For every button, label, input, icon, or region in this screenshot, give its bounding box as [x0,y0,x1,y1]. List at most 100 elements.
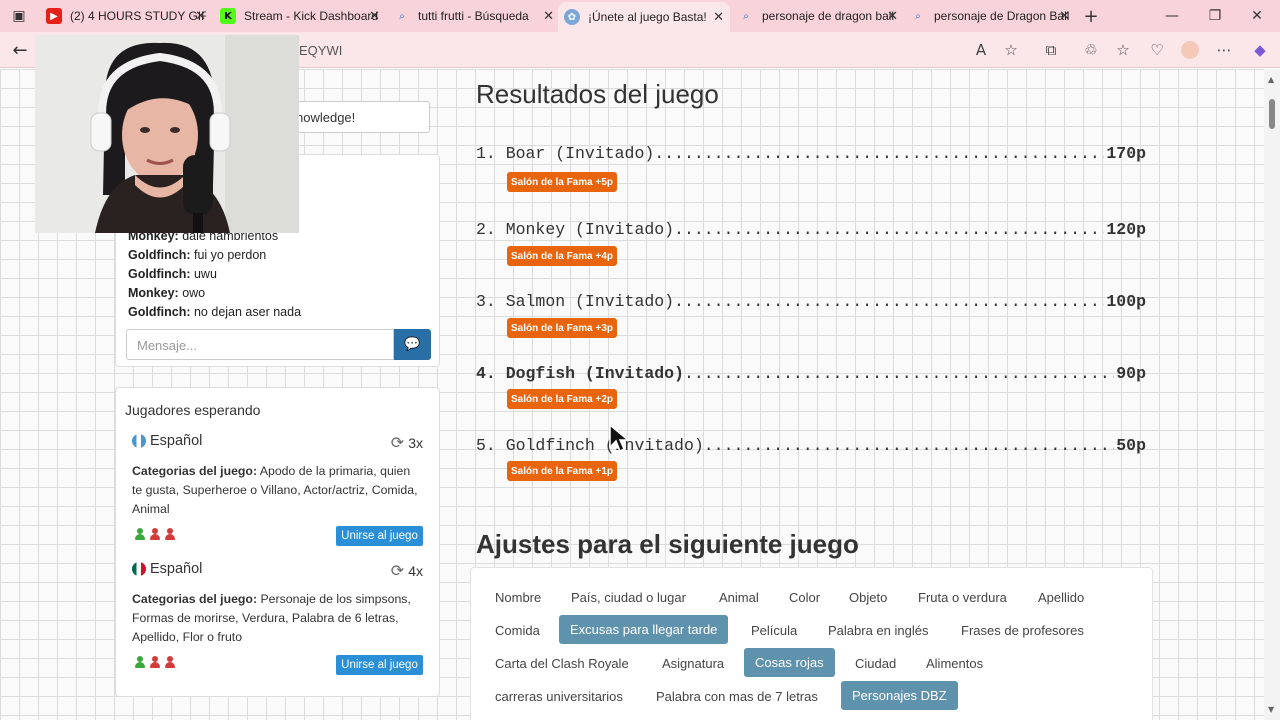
chat-user: Monkey: [128,286,179,300]
fame-badge: Salón de la Fama +4p [507,246,617,266]
category-chip[interactable]: Alimentos [916,651,993,676]
category-chip[interactable]: Comida [485,618,550,643]
result-points: 90p [1116,364,1146,383]
more-menu-icon[interactable]: ⋯ [1213,40,1235,60]
browser-tab-5[interactable]: ⌕ personaje de dragon ball ✕ [732,3,904,29]
search-icon: ⌕ [399,10,405,22]
language-label: Español [150,561,203,577]
extensions-icon[interactable]: ⧉ [1040,40,1062,60]
category-chip[interactable]: Frases de profesores [951,618,1094,643]
kick-icon: K [220,8,236,24]
back-arrow-icon[interactable]: ← [8,38,32,62]
close-icon[interactable]: ✕ [543,9,554,24]
browser-tab-1[interactable]: ▶ (2) 4 HOURS STUDY GIRL ✕ [40,3,212,29]
chat-user: Goldfinch: [128,267,191,281]
result-player: Goldfinch (Invitado) [505,436,704,455]
favorite-star-icon[interactable]: ☆ [1000,40,1022,60]
category-chip-selected[interactable]: Personajes DBZ [841,681,958,710]
maximize-icon[interactable]: ❐ [1198,0,1232,32]
player-icons [134,656,176,668]
tab-label: ¡Únete al juego Basta! [588,10,707,24]
tab-label: (2) 4 HOURS STUDY GIRL [70,9,206,23]
join-game-button[interactable]: Unirse al juego [336,526,423,546]
category-chip[interactable]: Palabra en inglés [818,618,938,643]
tab-actions-icon[interactable]: ▣ [2,0,36,32]
url-text[interactable]: EQYWI [299,43,342,58]
category-settings-panel: Nombre País, ciudad o lugar Animal Color… [470,567,1153,720]
category-chip[interactable]: Ciudad [845,651,906,676]
game-rounds: ⟳ 4x [391,561,423,580]
read-aloud-icon[interactable]: A [970,40,992,60]
minimize-icon[interactable]: — [1155,0,1189,32]
new-tab-icon[interactable]: + [1074,0,1108,32]
category-chip[interactable]: País, ciudad o lugar [561,585,696,610]
category-chip[interactable]: Objeto [839,585,897,610]
copilot-icon[interactable]: ◆ [1249,40,1271,60]
result-points: 100p [1106,292,1146,311]
game-categories: Categorias del juego: Personaje de los s… [132,590,422,647]
category-chip-selected[interactable]: Excusas para llegar tarde [559,615,729,644]
category-chip-selected[interactable]: Cosas rojas [744,648,835,677]
performance-icon[interactable]: ♲ [1080,40,1102,60]
language-label: Español [150,433,203,449]
category-chip[interactable]: Nombre [485,585,551,610]
page-scrollbar[interactable]: ▲ ▼ [1264,69,1280,720]
close-icon[interactable]: ✕ [369,9,380,24]
chat-user: Goldfinch: [128,248,191,262]
browser-tab-3[interactable]: ⌕ tutti frutti - Búsqueda ✕ [388,3,560,29]
category-chip[interactable]: Película [741,618,807,643]
close-icon[interactable]: ✕ [1059,9,1070,24]
rounds-count: 4x [408,562,423,579]
join-game-button[interactable]: Unirse al juego [336,655,423,675]
category-chip[interactable]: Color [779,585,830,610]
browser-tab-2[interactable]: K Stream - Kick Dashboard ✕ [214,3,386,29]
category-chip[interactable]: Asignatura [652,651,734,676]
send-message-button[interactable]: 💬 [394,329,431,360]
waiting-players-panel: Jugadores esperando Español ⟳ 3x Categor… [115,387,440,697]
close-icon[interactable]: ✕ [887,9,898,24]
chat-message-input[interactable]: Mensaje... [126,329,394,360]
refresh-icon: ⟳ [390,433,405,452]
category-chip[interactable]: Palabra con mas de 7 letras [646,684,828,709]
chat-message: Monkey: owo [128,286,205,300]
rounds-count: 3x [408,434,423,451]
profile-avatar-icon[interactable] [1179,40,1201,60]
leader-dots: ........................................… [674,292,1104,311]
game-rounds: ⟳ 3x [391,433,423,452]
category-chip[interactable]: carreras universitarios [485,684,633,709]
player-icon [164,656,176,668]
fame-badge: Salón de la Fama +3p [507,318,617,338]
player-icon [149,656,161,668]
chat-text: uwu [193,267,217,281]
scroll-up-icon[interactable]: ▲ [1268,75,1274,84]
scroll-thumb[interactable] [1269,99,1275,129]
scroll-down-icon[interactable]: ▼ [1268,705,1274,714]
result-row-current-player: 4. Dogfish (Invitado)...................… [476,364,1146,383]
category-chip[interactable]: Fruta o verdura [908,585,1017,610]
close-icon[interactable]: ✕ [713,10,724,25]
player-icon [164,528,176,540]
chat-message: Goldfinch: fui yo perdon [128,248,266,262]
result-player: Monkey (Invitado) [505,220,675,239]
category-chip[interactable]: Carta del Clash Royale [485,651,639,676]
refresh-icon: ⟳ [390,561,405,580]
category-chip[interactable]: Animal [709,585,769,610]
browser-tab-4-active[interactable]: ✿ ¡Únete al juego Basta! ✕ [558,2,730,32]
health-icon[interactable]: ♡ [1146,40,1168,60]
result-rank: 1. [476,144,496,163]
browser-tab-6[interactable]: ⌕ personaje de Dragon Ball ✕ [904,3,1076,29]
search-icon: ⌕ [915,10,921,22]
fame-badge: Salón de la Fama +1p [507,461,617,481]
chat-message: Goldfinch: no dejan aser nada [128,305,301,319]
game-language: Español [132,561,202,577]
result-row: 3. Salmon (Invitado)....................… [476,292,1146,311]
game-language: Español [132,433,202,449]
tab-label: personaje de dragon ball [762,9,895,23]
result-row: 1. Boar (Invitado)......................… [476,144,1146,163]
window-close-icon[interactable]: ✕ [1240,0,1274,32]
result-rank: 5. [476,436,496,455]
category-chip[interactable]: Apellido [1028,585,1094,610]
fame-badge: Salón de la Fama +2p [507,389,617,409]
close-icon[interactable]: ✕ [195,9,206,24]
favorites-icon[interactable]: ☆ [1112,40,1134,60]
